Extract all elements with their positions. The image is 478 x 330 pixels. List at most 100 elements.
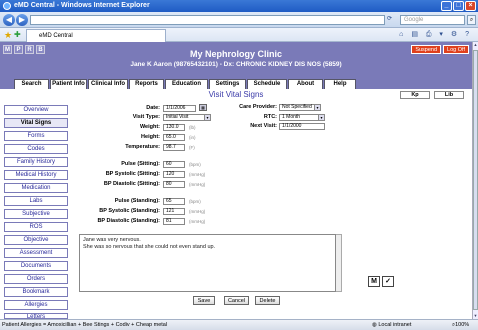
bp-diastolic-sitting-unit: (mmHg) (189, 182, 206, 187)
page-scrollbar[interactable]: ▲ ▼ (472, 42, 478, 319)
tab-about[interactable]: About (288, 79, 323, 89)
sidebar-item-labs[interactable]: Labs (4, 196, 68, 206)
sidebar-item-family-history[interactable]: Family History (4, 157, 68, 167)
pulse-standing-label: Pulse (Standing): (114, 198, 160, 204)
pulse-sitting-unit: (bpm) (189, 162, 201, 167)
sidebar-item-objective[interactable]: Objective (4, 235, 68, 245)
height-field[interactable]: 65.0 (163, 134, 185, 141)
sidebar-item-medical-history[interactable]: Medical History (4, 170, 68, 180)
close-window-button[interactable]: × (465, 1, 476, 11)
favorites-bar: ★ ✚ eMD Central ⌂ ▤ ⎙ ▾ ⚙ ? (0, 28, 478, 42)
notes-scrollbar[interactable] (336, 234, 342, 292)
sidebar-item-overview[interactable]: Overview (4, 105, 68, 115)
sidebar-item-documents[interactable]: Documents (4, 261, 68, 271)
add-favorite-icon[interactable]: ✚ (14, 30, 21, 39)
back-button[interactable]: ◀ (3, 14, 15, 26)
minimize-button[interactable]: _ (441, 1, 452, 11)
patient-banner: Jane K Aaron (98765432101) - Dx: CHRONIC… (130, 61, 342, 68)
sidebar-item-ros[interactable]: ROS (4, 222, 68, 232)
sidebar-item-codes[interactable]: Codes (4, 144, 68, 154)
spellcheck-icon[interactable]: ✓ (382, 276, 394, 287)
sidebar-item-assessment[interactable]: Assessment (4, 248, 68, 258)
notes-textarea[interactable]: Jane was very nervous. She was so nervou… (79, 234, 336, 292)
chevron-down-icon: ▾ (204, 115, 210, 120)
delete-button[interactable]: Delete (255, 296, 280, 305)
weight-label: Weight: (139, 124, 160, 130)
visit-type-select[interactable]: Initial Visit ▾ (163, 114, 211, 121)
forward-button[interactable]: ▶ (16, 14, 28, 26)
pulse-standing-field[interactable]: 65 (163, 198, 185, 205)
tab-search[interactable]: Search (14, 79, 49, 89)
zoom-value: 100% (455, 322, 470, 328)
temperature-field[interactable]: 98.7 (163, 144, 185, 151)
bp-systolic-sitting-field[interactable]: 120 (163, 171, 185, 178)
pulse-sitting-label: Pulse (Sitting): (121, 161, 160, 167)
bp-diastolic-standing-unit: (mmHg) (189, 219, 206, 224)
sidebar-item-subjective[interactable]: Subjective (4, 209, 68, 219)
bp-diastolic-standing-field[interactable]: 81 (163, 218, 185, 225)
bp-diastolic-sitting-label: BP Diastolic (Sitting): (103, 181, 160, 187)
tab-help[interactable]: Help (324, 79, 356, 89)
bp-systolic-sitting-label: BP Systolic (Sitting): (105, 171, 160, 177)
cancel-button[interactable]: Cancel (224, 296, 249, 305)
temperature-unit: (F) (189, 145, 195, 150)
lib-button[interactable]: Lib (434, 91, 464, 99)
security-zone: ◍ Local intranet (372, 320, 411, 330)
allergies-status: Patient Allergies = Amoxicillian + Bee S… (2, 322, 168, 328)
zoom-level[interactable]: ⌕100% (452, 320, 469, 330)
command-bar-icons[interactable]: ⌂ ▤ ⎙ ▾ ⚙ ? (399, 30, 472, 39)
refresh-icon[interactable]: ⟳ (387, 15, 392, 22)
sidebar-item-medication[interactable]: Medication (4, 183, 68, 193)
main-tabs: Search Patient Info Clinical Info Report… (0, 77, 472, 89)
browser-tab[interactable]: eMD Central (26, 29, 166, 42)
window-titlebar: eMD Central - Windows Internet Explorer … (0, 0, 478, 12)
rtc-select[interactable]: 1 Month ▾ (279, 114, 325, 121)
suspend-button[interactable]: Suspend (411, 45, 442, 54)
scroll-up-icon[interactable]: ▲ (473, 42, 478, 48)
pulse-sitting-field[interactable]: 60 (163, 161, 185, 168)
tab-clinical-info[interactable]: Clinical Info (88, 79, 128, 89)
weight-field[interactable]: 130.0 (163, 124, 185, 131)
window-title: eMD Central - Windows Internet Explorer (14, 2, 150, 9)
search-input[interactable]: Google (400, 15, 465, 25)
chevron-down-icon: ▾ (318, 115, 324, 120)
maximize-button[interactable]: □ (453, 1, 464, 11)
bp-systolic-standing-field[interactable]: 121 (163, 208, 185, 215)
care-provider-select[interactable]: Not Specified ▾ (279, 104, 321, 111)
tab-schedule[interactable]: Schedule (247, 79, 287, 89)
scrollbar-thumb[interactable] (473, 50, 478, 310)
address-toolbar: ◀ ▶ ⟳ Google ⌕ (0, 12, 478, 28)
address-input[interactable] (30, 15, 385, 25)
sidebar-item-allergies[interactable]: Allergies (4, 300, 68, 310)
tab-education[interactable]: Education (165, 79, 208, 89)
tab-settings[interactable]: Settings (209, 79, 246, 89)
favorites-star-icon[interactable]: ★ (4, 30, 12, 40)
clinic-name: My Nephrology Clinic (189, 49, 282, 59)
care-provider-label: Care Provider: (239, 104, 277, 110)
search-go-button[interactable]: ⌕ (467, 15, 476, 25)
bp-diastolic-standing-label: BP Diastolic (Standing): (97, 218, 160, 224)
sidebar-item-vital-signs[interactable]: Vital Signs (4, 118, 68, 128)
save-button[interactable]: Save (193, 296, 215, 305)
logoff-button[interactable]: Log Off (443, 45, 469, 54)
calendar-icon[interactable]: ▦ (199, 104, 207, 111)
rtc-label: RTC: (263, 114, 277, 120)
height-label: Height: (141, 134, 160, 140)
tab-patient-info[interactable]: Patient Info (50, 79, 87, 89)
date-label: Date: (146, 105, 160, 111)
kp-button[interactable]: Kp (400, 91, 430, 99)
sidebar-item-orders[interactable]: Orders (4, 274, 68, 284)
m-button[interactable]: M (368, 276, 380, 287)
visit-type-label: Visit Type: (132, 114, 160, 120)
weight-unit: (lb) (189, 125, 196, 130)
sidebar-item-forms[interactable]: Forms (4, 131, 68, 141)
sidebar-item-bookmark[interactable]: Bookmark (4, 287, 68, 297)
tab-reports[interactable]: Reports (129, 79, 164, 89)
app-header: M P R B My Nephrology Clinic Jane K Aaro… (0, 42, 472, 77)
date-field[interactable]: 1/1/2006 (163, 105, 196, 112)
next-visit-field[interactable]: 1/1/2000 (279, 123, 325, 130)
zone-label: Local intranet (378, 322, 412, 328)
notes-line-1: Jane was very nervous. (83, 237, 141, 243)
bp-diastolic-sitting-field[interactable]: 80 (163, 181, 185, 188)
rtc-value: 1 Month (282, 114, 301, 120)
